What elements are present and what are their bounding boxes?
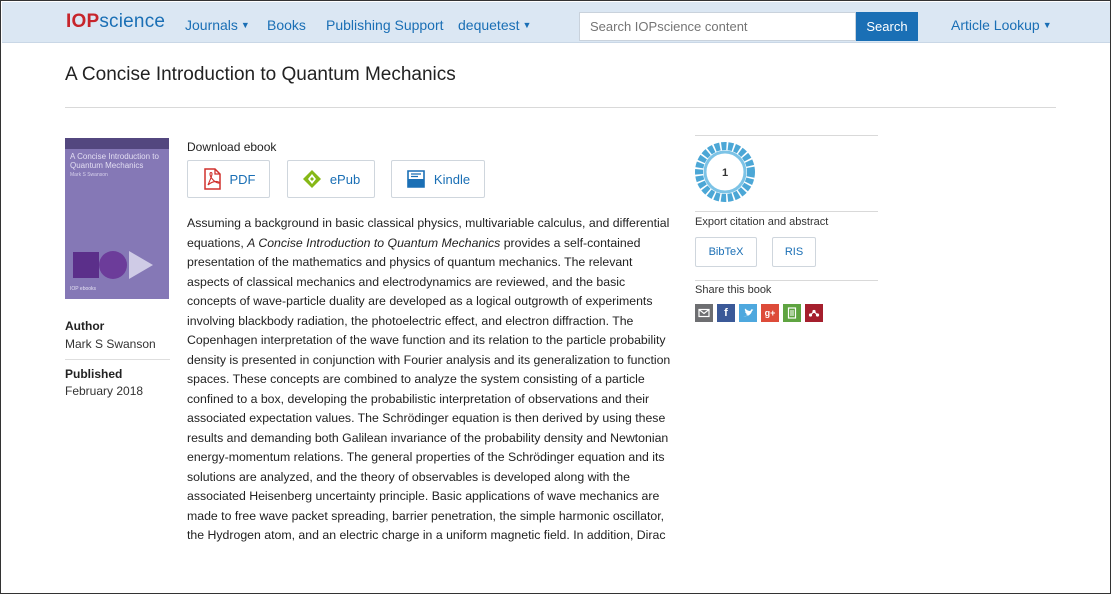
book-cover-image: A Concise Introduction to Quantum Mechan… (65, 138, 169, 299)
caret-down-icon: ▼ (1042, 20, 1052, 30)
ris-button[interactable]: RIS (772, 237, 816, 267)
pdf-icon (203, 168, 221, 190)
logo-science-text: science (99, 11, 166, 32)
search-input[interactable] (579, 12, 856, 41)
epub-label: ePub (329, 171, 361, 187)
author-label: Author (65, 319, 105, 333)
right-column-top-rule (695, 135, 878, 136)
cover-triangle-shape (129, 251, 153, 279)
cover-header-band (65, 138, 169, 149)
caret-down-icon: ▼ (240, 20, 250, 30)
share-rule (695, 280, 878, 281)
book-description: Assuming a background in basic classical… (187, 214, 675, 546)
description-text-part2: provides a self-contained presentation o… (187, 235, 671, 543)
cover-title: A Concise Introduction to Quantum Mechan… (70, 152, 159, 170)
nav-article-lookup-menu[interactable]: Article Lookup ▼ (951, 17, 1052, 33)
nav-article-lookup-label: Article Lookup (951, 17, 1040, 33)
share-book-label: Share this book (695, 284, 772, 296)
export-rule (695, 211, 878, 212)
author-value: Mark S Swanson (65, 337, 156, 351)
mendeley-icon[interactable] (805, 304, 823, 322)
email-icon[interactable] (695, 304, 713, 322)
altmetric-score: 1 (722, 167, 728, 179)
logo-iop-text: IOP (66, 11, 100, 32)
cover-author: Mark S Swanson (70, 172, 108, 178)
download-ebook-label: Download ebook (187, 140, 277, 154)
caret-down-icon: ▼ (522, 20, 532, 30)
download-epub-button[interactable]: ePub (287, 160, 375, 198)
kindle-label: Kindle (433, 171, 471, 187)
page-title: A Concise Introduction to Quantum Mechan… (65, 64, 456, 85)
nav-books-link[interactable]: Books (267, 17, 306, 33)
google-plus-icon[interactable]: g+ (761, 304, 779, 322)
pdf-label: PDF (229, 171, 256, 187)
iopscience-logo[interactable]: IOPscience (66, 11, 165, 33)
published-value: February 2018 (65, 384, 144, 398)
nav-account-menu[interactable]: dequetest ▼ (458, 17, 531, 33)
nav-publishing-support-link[interactable]: Publishing Support (326, 17, 444, 33)
nav-account-label: dequetest (458, 17, 520, 33)
facebook-icon[interactable]: f (717, 304, 735, 322)
cover-publisher-mark: IOP ebooks (70, 286, 97, 292)
cover-square-shape (73, 252, 99, 278)
epub-icon (302, 170, 321, 188)
download-pdf-button[interactable]: PDF (187, 160, 270, 198)
nav-journals-menu[interactable]: Journals ▼ (185, 17, 250, 33)
kindle-icon (407, 170, 425, 188)
download-kindle-button[interactable]: Kindle (391, 160, 485, 198)
bibtex-button[interactable]: BibTeX (695, 237, 757, 267)
top-navbar: IOPscience Journals ▼ Books Publishing Su… (2, 2, 1110, 43)
export-citation-label: Export citation and abstract (695, 216, 829, 228)
twitter-icon[interactable] (739, 304, 757, 322)
cover-circle-shape (99, 251, 127, 279)
search-button[interactable]: Search (856, 12, 918, 41)
description-book-title: A Concise Introduction to Quantum Mechan… (247, 235, 501, 250)
meta-divider (65, 359, 170, 360)
page-frame: IOPscience Journals ▼ Books Publishing Su… (0, 0, 1111, 594)
published-label: Published (65, 367, 123, 381)
title-divider (65, 107, 1056, 108)
altmetric-badge[interactable]: 1 (695, 142, 755, 202)
evernote-icon[interactable] (783, 304, 801, 322)
nav-journals-label: Journals (185, 17, 238, 33)
